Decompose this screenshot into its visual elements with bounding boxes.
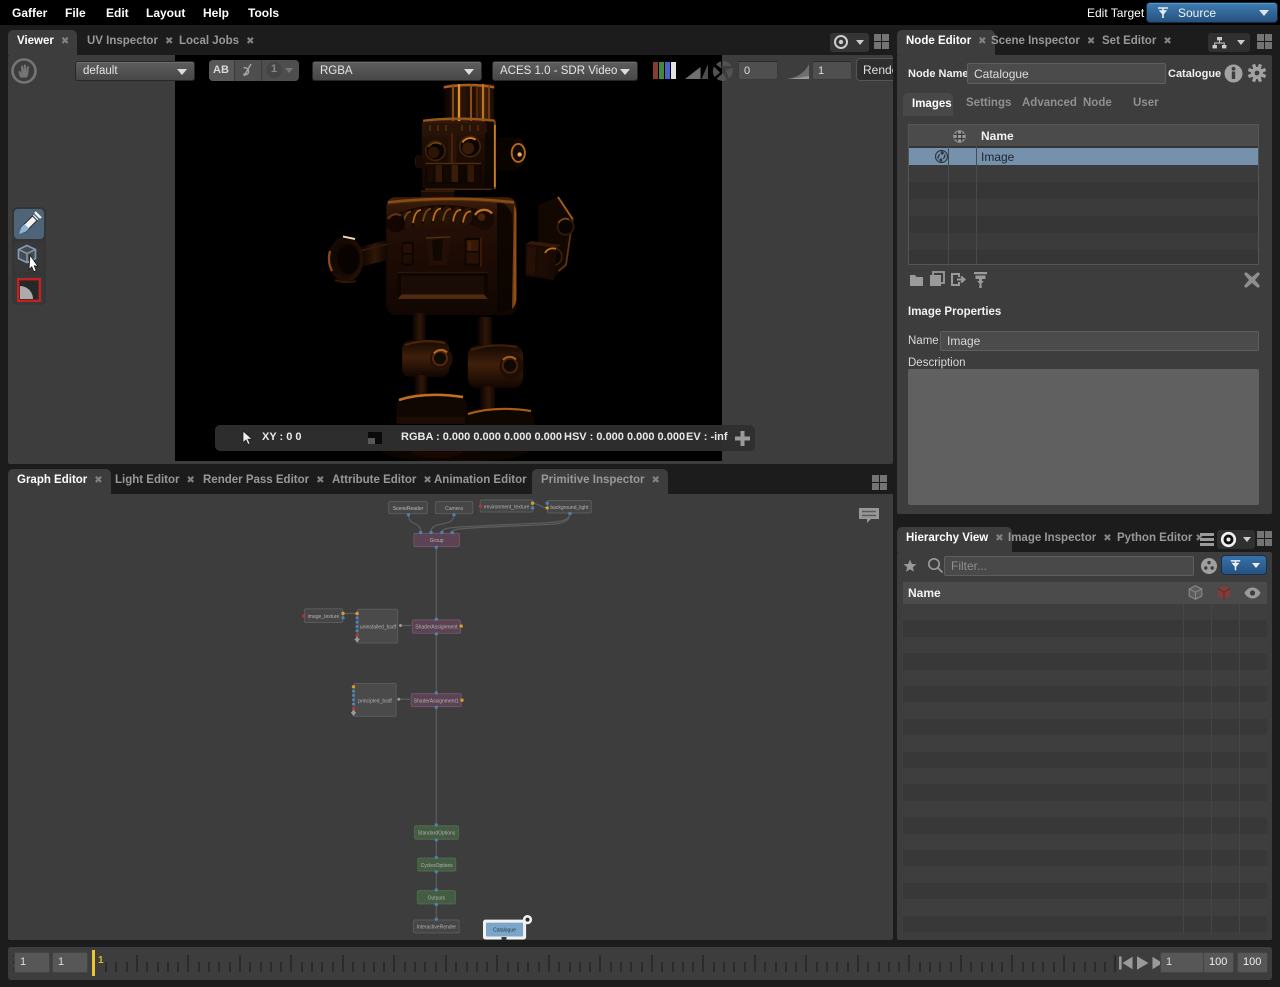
- svg-text:image_texture: image_texture: [308, 614, 340, 620]
- svg-text:Group: Group: [430, 538, 444, 544]
- svg-text:StandardOptions: StandardOptions: [418, 831, 456, 837]
- svg-text:ShaderAssignment1: ShaderAssignment1: [414, 698, 459, 704]
- svg-text:CyclesOptions: CyclesOptions: [421, 863, 454, 869]
- svg-text:Catalogue: Catalogue: [493, 928, 516, 934]
- svg-text:Camera: Camera: [445, 506, 463, 512]
- svg-text:Outputs: Outputs: [428, 895, 446, 901]
- svg-text:InteractiveRender: InteractiveRender: [417, 925, 457, 931]
- svg-text:principled_bsdf: principled_bsdf: [358, 699, 392, 705]
- svg-text:ShaderAssignment: ShaderAssignment: [415, 625, 458, 631]
- svg-text:SceneReader: SceneReader: [393, 506, 424, 512]
- svg-text:uninstalled_bsdf: uninstalled_bsdf: [360, 625, 397, 631]
- svg-text:environment_texture: environment_texture: [484, 505, 530, 511]
- svg-text:background_light: background_light: [550, 505, 589, 511]
